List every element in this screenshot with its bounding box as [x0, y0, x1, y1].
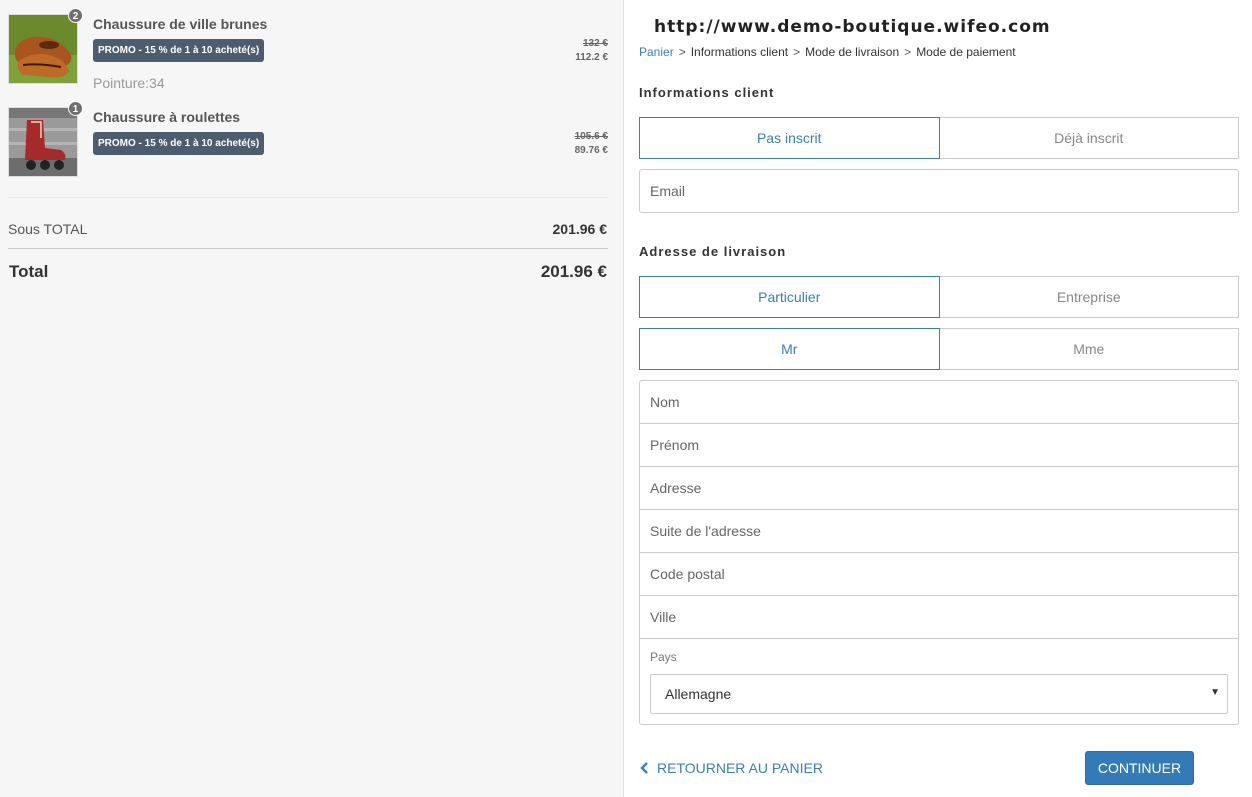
breadcrumb-separator: >: [678, 45, 686, 59]
ville-field[interactable]: Ville: [640, 596, 1238, 639]
account-type-toggle: Pas inscrit Déjà inscrit: [639, 117, 1239, 159]
breadcrumb-item-panier[interactable]: Panier: [639, 45, 674, 59]
total-value: 201.96 €: [540, 262, 607, 281]
prenom-field[interactable]: Prénom: [640, 424, 1238, 467]
customer-type-toggle: Particulier Entreprise: [639, 276, 1239, 318]
back-to-cart-label: RETOURNER AU PANIER: [657, 760, 823, 776]
mr-option[interactable]: Mr: [639, 328, 940, 370]
promo-badge: PROMO - 15 % de 1 à 10 acheté(s): [93, 39, 265, 62]
original-price: 132 €: [582, 38, 608, 49]
divider: [8, 248, 608, 249]
divider: [8, 197, 608, 198]
delivery-address-title: Adresse de livraison: [639, 244, 787, 259]
email-field[interactable]: Email: [639, 169, 1239, 213]
pas-inscrit-option[interactable]: Pas inscrit: [639, 117, 940, 159]
cart-summary-panel: 2 Chaussure de ville brunes PROMO - 15 %…: [0, 0, 624, 797]
cart-item: 1 Chaussure à roulettes PROMO - 15 % de …: [8, 101, 608, 179]
code-postal-field[interactable]: Code postal: [640, 553, 1238, 596]
chevron-left-icon: [640, 762, 648, 774]
original-price: 105.6 €: [574, 131, 608, 142]
subtotal-value: 201.96 €: [552, 221, 608, 237]
pays-label: Pays: [650, 650, 677, 664]
quantity-badge: 2: [68, 8, 83, 23]
quantity-badge: 1: [68, 101, 83, 116]
nom-field[interactable]: Nom: [640, 381, 1238, 424]
discounted-price: 89.76 €: [574, 145, 608, 156]
breadcrumb-item-mode-de-paiement: Mode de paiement: [916, 45, 1016, 59]
promo-badge: PROMO - 15 % de 1 à 10 acheté(s): [93, 132, 265, 155]
breadcrumb: Panier > Informations client > Mode de livra…: [639, 45, 1016, 59]
adresse-field[interactable]: Adresse: [640, 467, 1238, 510]
breadcrumb-item-mode-de-livraison: Mode de livraison: [805, 45, 900, 59]
breadcrumb-separator: >: [904, 45, 912, 59]
caret-down-icon: ▼: [1210, 687, 1220, 698]
product-name: Chaussure à roulettes: [93, 109, 241, 125]
country-select-value: Allemagne: [665, 686, 732, 702]
breadcrumb-item-informations-client: Informations client: [690, 45, 789, 59]
mme-option[interactable]: Mme: [939, 328, 1239, 370]
product-image: [8, 14, 78, 84]
cart-item: 2 Chaussure de ville brunes PROMO - 15 %…: [8, 8, 608, 91]
product-size: Pointure:34: [93, 75, 165, 91]
product-name: Chaussure de ville brunes: [93, 16, 268, 32]
deja-inscrit-option[interactable]: Déjà inscrit: [939, 117, 1239, 159]
site-url: http://www.demo-boutique.wifeo.com: [654, 17, 1051, 37]
entreprise-option[interactable]: Entreprise: [939, 276, 1239, 318]
subtotal-label: Sous TOTAL: [8, 221, 88, 237]
total-label: Total: [9, 262, 49, 281]
back-to-cart-link[interactable]: RETOURNER AU PANIER: [639, 760, 823, 776]
civility-toggle: Mr Mme: [639, 328, 1239, 370]
suite-adresse-field[interactable]: Suite de l'adresse: [640, 510, 1238, 553]
continue-button[interactable]: CONTINUER: [1085, 751, 1194, 785]
breadcrumb-separator: >: [793, 45, 801, 59]
discounted-price: 112.2 €: [575, 52, 608, 63]
address-field-group: Nom Prénom Adresse Suite de l'adresse Co…: [639, 380, 1239, 725]
product-image: [8, 107, 78, 177]
country-select[interactable]: Allemagne ▼: [650, 674, 1228, 714]
particulier-option[interactable]: Particulier: [639, 276, 940, 318]
client-info-title: Informations client: [639, 85, 775, 100]
